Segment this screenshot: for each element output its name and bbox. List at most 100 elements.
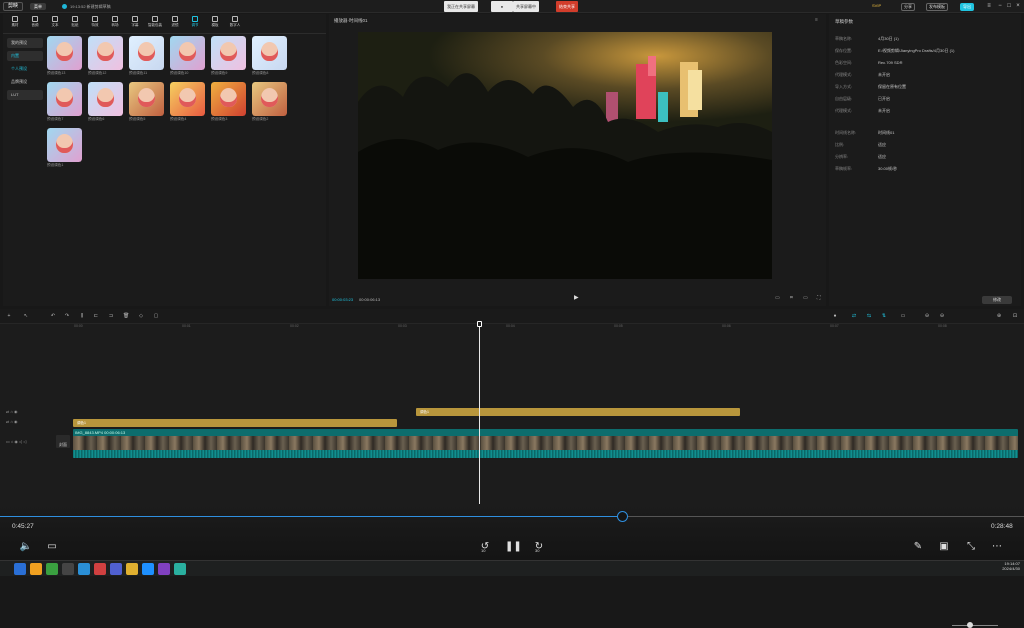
publish-template-button[interactable]: 发布模板 <box>926 3 948 11</box>
taskbar-app-icon[interactable] <box>174 563 186 575</box>
export-button[interactable]: 导出 <box>960 3 974 11</box>
zoom-slider-knob[interactable] <box>967 622 973 628</box>
adjust-clip-1[interactable]: 调色1 <box>416 408 740 416</box>
collapse-icon[interactable]: ⤡ <box>964 540 978 554</box>
minus-icon[interactable]: ⊖ <box>924 313 930 319</box>
split-right-icon[interactable]: ⊐ <box>108 313 114 319</box>
cover-button[interactable]: 封面 <box>56 435 70 448</box>
category-brand[interactable]: 品牌预设 <box>7 77 43 87</box>
preview-axis-icon[interactable]: ⇅ <box>881 313 887 319</box>
tool-tab-7[interactable]: 智能包装 <box>145 16 165 33</box>
tool-tab-5[interactable]: 转场 <box>105 16 125 33</box>
fullscreen-icon[interactable]: ⛶ <box>817 295 821 301</box>
tool-tab-3[interactable]: 贴纸 <box>65 16 85 33</box>
track-lock-icon[interactable]: ⇌ ⌂ ◉ <box>6 409 17 414</box>
preset-thumbnail[interactable] <box>252 82 287 116</box>
taskbar-app-icon[interactable] <box>158 563 170 575</box>
category-lut[interactable]: LUT <box>7 90 43 100</box>
tool-tab-4[interactable]: 特效 <box>85 16 105 33</box>
taskbar-app-icon[interactable] <box>78 563 90 575</box>
taskbar-app-icon[interactable] <box>94 563 106 575</box>
player-menu-icon[interactable]: ≡ <box>815 17 818 23</box>
zoom-in-icon[interactable]: ⊕ <box>996 313 1002 319</box>
taskbar-app-icon[interactable] <box>142 563 154 575</box>
category-personal[interactable]: 个人预设 <box>7 64 43 74</box>
tool-tab-8[interactable]: 滤镜 <box>165 16 185 33</box>
track-controls[interactable]: ▭ ⌂ ◉ ◁ ◁ <box>6 439 26 444</box>
mic-record-icon[interactable]: ● <box>832 313 838 319</box>
preset-thumbnail[interactable] <box>252 36 287 70</box>
preset-thumbnail[interactable] <box>129 36 164 70</box>
link-icon[interactable]: ⇄ <box>851 313 857 319</box>
more-icon[interactable]: ⋯ <box>990 540 1004 554</box>
preset-thumbnail[interactable] <box>211 36 246 70</box>
category-my-presets[interactable]: 我的预设 <box>7 38 43 48</box>
preset-thumbnail[interactable] <box>211 82 246 116</box>
maximize-icon[interactable]: □ <box>1005 2 1013 10</box>
menu-icon[interactable]: ≡ <box>985 2 993 10</box>
tool-tab-2[interactable]: 文本 <box>45 16 65 33</box>
preset-label: 预设调色8 <box>252 71 269 75</box>
split-icon[interactable]: ⫼ <box>79 313 85 319</box>
zoom-slider[interactable] <box>952 625 998 626</box>
ratio-icon[interactable]: ▭ <box>803 295 808 301</box>
minimize-icon[interactable]: − <box>996 2 1004 10</box>
preset-thumbnail[interactable] <box>47 128 82 162</box>
share-button[interactable]: 分享 <box>901 3 915 11</box>
seek-handle[interactable] <box>617 511 628 522</box>
add-icon[interactable]: + <box>6 313 12 319</box>
tool-tab-0[interactable]: 素材 <box>5 16 25 33</box>
caption-icon[interactable]: ▭ <box>900 313 906 319</box>
preset-thumbnail[interactable] <box>170 36 205 70</box>
volume-icon[interactable]: 🔈 <box>19 540 33 554</box>
quality-icon[interactable]: ▭ <box>775 295 780 301</box>
taskbar-app-icon[interactable] <box>30 563 42 575</box>
stop-share-button[interactable]: 结束共享 <box>556 1 578 12</box>
preset-thumbnail[interactable] <box>47 36 82 70</box>
subtitles-icon[interactable]: ▭ <box>45 540 59 554</box>
snap-icon[interactable]: ⇆ <box>866 313 872 319</box>
vip-badge[interactable]: SVIP <box>870 3 883 11</box>
select-icon[interactable]: ↖ <box>23 313 29 319</box>
mic-icon[interactable]: ● <box>491 1 513 12</box>
preset-thumbnail[interactable] <box>88 82 123 116</box>
taskbar-app-icon[interactable] <box>14 563 26 575</box>
taskbar-app-icon[interactable] <box>110 563 122 575</box>
taskbar-app-icon[interactable] <box>126 563 138 575</box>
pause-icon[interactable]: ❚❚ <box>505 540 522 554</box>
close-icon[interactable]: × <box>1014 2 1022 10</box>
pen-icon[interactable]: ✎ <box>911 540 925 554</box>
fit-icon[interactable]: ⊡ <box>1012 313 1018 319</box>
taskbar-app-icon[interactable] <box>62 563 74 575</box>
taskbar-app-icon[interactable] <box>46 563 58 575</box>
playhead[interactable] <box>479 321 480 526</box>
prop-key: 自由层级: <box>835 96 853 101</box>
preset-thumbnail[interactable] <box>47 82 82 116</box>
preset-thumbnail[interactable] <box>170 82 205 116</box>
menu-button[interactable]: 菜单 <box>30 3 46 10</box>
timeline[interactable]: 00:00 00:01 00:02 00:03 00:04 00:05 00:06 00:07… <box>0 324 1024 504</box>
tool-tab-6[interactable]: 字幕 <box>125 16 145 33</box>
adjust-clip-2[interactable]: 调色1 <box>73 419 397 427</box>
crop-icon[interactable]: ⌗ <box>790 295 793 301</box>
tool-tab-10[interactable]: 模板 <box>205 16 225 33</box>
split-left-icon[interactable]: ⊏ <box>93 313 99 319</box>
delete-icon[interactable]: 🗑 <box>123 313 129 319</box>
playhead-handle[interactable] <box>477 321 482 327</box>
play-icon[interactable]: ▶ <box>574 294 579 301</box>
track-lock-icon-2[interactable]: ⇌ ⌂ ◉ <box>6 419 17 424</box>
preset-thumbnail[interactable] <box>129 82 164 116</box>
tool-tab-11[interactable]: 数字人 <box>225 16 245 33</box>
preset-thumbnail[interactable] <box>88 36 123 70</box>
redo-icon[interactable]: ↷ <box>64 313 70 319</box>
tool-tab-9[interactable]: 调节 <box>185 16 205 33</box>
edit-button[interactable]: 修改 <box>982 296 1012 304</box>
pip-icon[interactable]: ▣ <box>937 540 951 554</box>
shield-icon[interactable]: ◇ <box>138 313 144 319</box>
undo-icon[interactable]: ↶ <box>50 313 56 319</box>
category-builtin[interactable]: 内置 <box>7 51 43 61</box>
video-clip[interactable]: IMG_8843.MP4 00:00:06:13 <box>73 429 1018 458</box>
zoom-out-icon[interactable]: ⊖ <box>939 313 945 319</box>
tool-tab-1[interactable]: 音频 <box>25 16 45 33</box>
ai-icon[interactable]: ▢ <box>153 313 159 319</box>
